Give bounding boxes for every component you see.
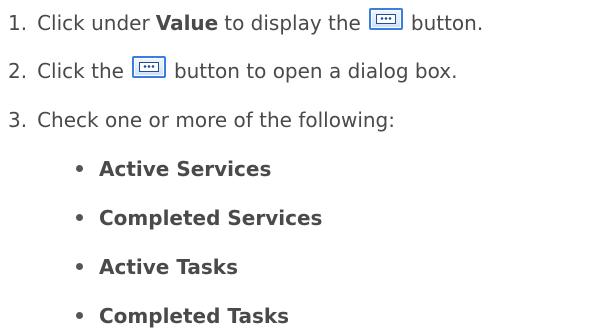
field-name-value: Value bbox=[155, 11, 219, 35]
option-label: Active Tasks bbox=[99, 255, 238, 279]
bullet-icon bbox=[76, 263, 83, 270]
option-item-active-tasks: Active Tasks bbox=[76, 253, 238, 281]
step-1: 1. Click under Value to display the butt… bbox=[8, 8, 484, 37]
option-label: Completed Tasks bbox=[99, 304, 290, 328]
step-text: Click the bbox=[37, 59, 124, 83]
option-item-completed-services: Completed Services bbox=[76, 204, 322, 232]
step-3: 3. Check one or more of the following: bbox=[8, 106, 395, 134]
step-number: 1. bbox=[8, 11, 28, 35]
step-text: Click under bbox=[37, 11, 150, 35]
ellipsis-button-icon bbox=[368, 8, 403, 30]
step-text: button. bbox=[410, 11, 484, 35]
bullet-icon bbox=[76, 214, 83, 221]
option-label: Active Services bbox=[99, 157, 272, 181]
step-text: button to open a dialog box. bbox=[173, 59, 458, 83]
option-label: Completed Services bbox=[99, 206, 323, 230]
step-text: Check one or more of the following: bbox=[37, 108, 395, 132]
bullet-icon bbox=[76, 312, 83, 319]
step-number: 3. bbox=[8, 108, 28, 132]
step-number: 2. bbox=[8, 59, 28, 83]
option-item-active-services: Active Services bbox=[76, 155, 271, 183]
option-item-completed-tasks: Completed Tasks bbox=[76, 302, 289, 330]
bullet-icon bbox=[76, 165, 83, 172]
ellipsis-button-icon bbox=[131, 56, 166, 78]
step-2: 2. Click the button to open a dialog box… bbox=[8, 56, 458, 85]
step-text: to display the bbox=[224, 11, 361, 35]
